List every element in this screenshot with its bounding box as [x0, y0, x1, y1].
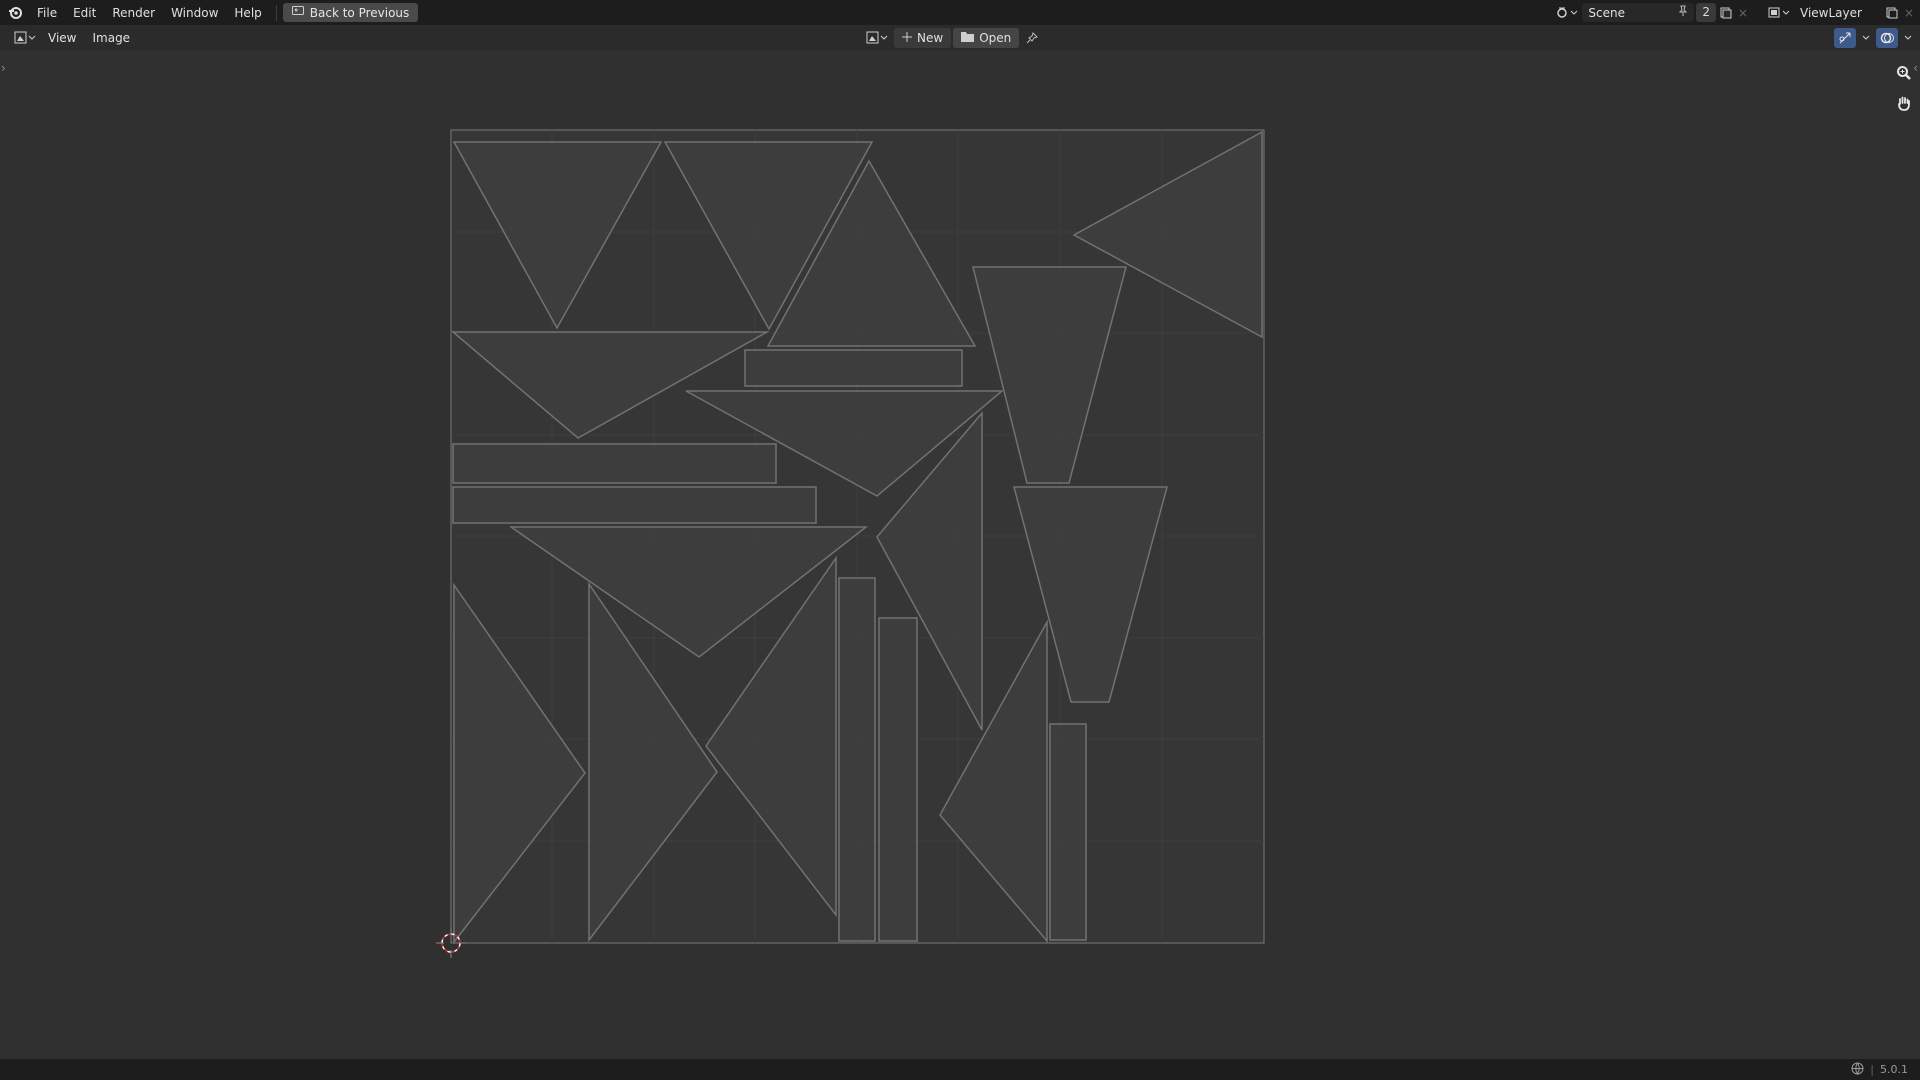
chevron-down-icon[interactable] — [1860, 35, 1872, 41]
chevron-down-icon[interactable] — [1902, 35, 1914, 41]
menu-file[interactable]: File — [29, 3, 65, 23]
folder-icon — [961, 31, 975, 45]
view-layer-selector[interactable]: ViewLayer — [1794, 3, 1882, 22]
scene-selector[interactable]: Scene — [1582, 3, 1695, 22]
new-view-layer-icon[interactable] — [1882, 7, 1902, 19]
new-scene-icon[interactable] — [1716, 7, 1736, 19]
pin-icon[interactable] — [1021, 32, 1043, 44]
back-to-previous-label: Back to Previous — [309, 5, 410, 20]
view-layer-icon[interactable] — [1764, 6, 1794, 20]
menu-image[interactable]: Image — [84, 28, 138, 48]
pin-icon[interactable] — [1678, 5, 1688, 20]
status-bar: | 5.0.1 — [0, 1059, 1920, 1080]
image-browse-icon[interactable] — [862, 31, 892, 45]
open-label: Open — [979, 31, 1012, 45]
menu-render[interactable]: Render — [104, 3, 163, 23]
uv-island-rect — [878, 617, 918, 942]
menu-view[interactable]: View — [40, 28, 84, 48]
separator — [275, 4, 277, 21]
zoom-icon[interactable] — [1894, 63, 1914, 83]
blender-logo-icon[interactable] — [7, 5, 23, 21]
uv-island-rect — [744, 349, 963, 387]
uv-canvas — [436, 129, 1265, 958]
image-tools: New Open — [862, 28, 1043, 48]
close-icon[interactable]: × — [1902, 6, 1916, 20]
menu-help[interactable]: Help — [226, 3, 269, 23]
version-info: | 5.0.1 — [1851, 1062, 1908, 1078]
uv-island-rect — [452, 443, 777, 484]
top-bar: File Edit Render Window Help Back to Pre… — [0, 0, 1920, 25]
scene-name: Scene — [1588, 5, 1625, 20]
scene-icon[interactable] — [1552, 6, 1582, 20]
version-label: 5.0.1 — [1880, 1063, 1908, 1076]
back-to-previous-icon — [291, 5, 304, 20]
new-label: New — [917, 31, 944, 45]
uv-island-rect — [1049, 723, 1087, 941]
close-icon[interactable]: × — [1736, 6, 1750, 20]
open-image-button[interactable]: Open — [953, 28, 1020, 48]
top-bar-right: Scene 2 × ViewLayer × — [1552, 0, 1920, 25]
gizmo-icon[interactable] — [1834, 28, 1856, 48]
menu-edit[interactable]: Edit — [65, 3, 104, 23]
scene-user-count: 2 — [1696, 3, 1716, 22]
uv-island-rect — [838, 577, 876, 942]
uv-island-rect — [452, 486, 817, 524]
header-right-tools — [1834, 28, 1914, 48]
new-image-button[interactable]: New — [894, 28, 952, 48]
plus-icon — [902, 31, 912, 45]
overlay-icon[interactable] — [1876, 28, 1898, 48]
image-editor-header: View Image New Open — [0, 25, 1920, 51]
navigation-gizmo — [1894, 63, 1914, 113]
menu-window[interactable]: Window — [163, 3, 226, 23]
uv-editor-viewport[interactable]: › ‹ — [0, 51, 1920, 1059]
globe-icon[interactable] — [1851, 1062, 1864, 1078]
hand-icon[interactable] — [1894, 93, 1914, 113]
view-layer-name: ViewLayer — [1800, 5, 1862, 20]
back-to-previous-button[interactable]: Back to Previous — [282, 3, 419, 22]
image-editor-icon[interactable] — [10, 31, 40, 45]
version-separator: | — [1870, 1063, 1874, 1076]
